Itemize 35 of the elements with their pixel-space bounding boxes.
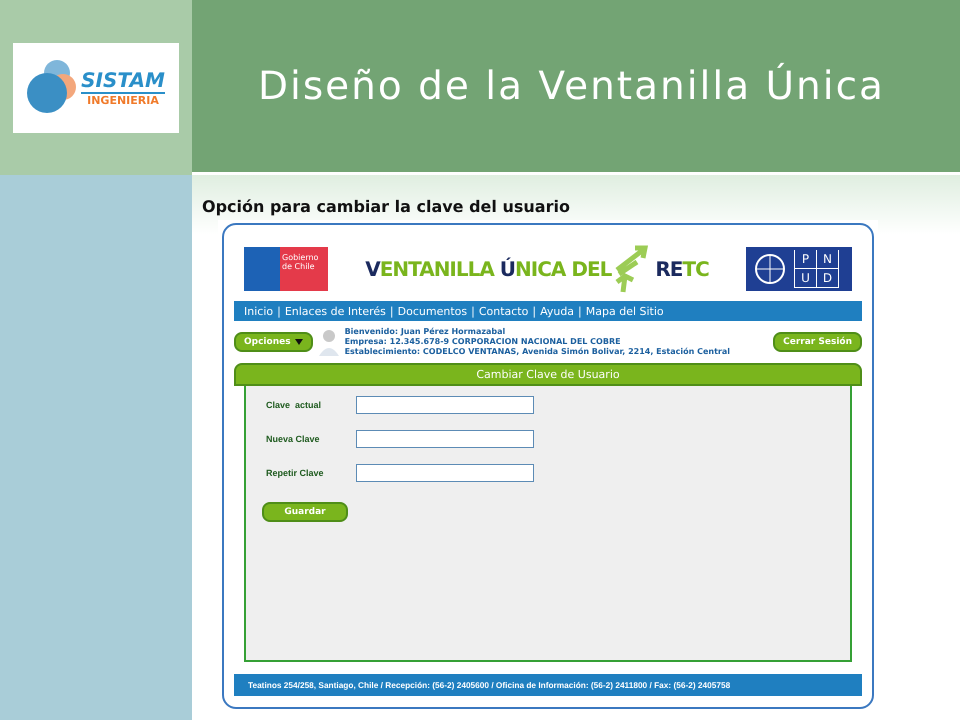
nav-link[interactable]: Documentos: [398, 304, 468, 318]
nav-link[interactable]: Ayuda: [540, 304, 574, 318]
nav-separator: |: [578, 304, 582, 318]
undp-logo: P N U D: [746, 247, 852, 291]
logout-button[interactable]: Cerrar Sesión: [773, 332, 862, 352]
caret-icon: [294, 339, 303, 345]
field-label: Nueva Clave: [266, 434, 321, 444]
user-avatar-icon: [318, 328, 339, 356]
user-info-line: Empresa: 12.345.678-9 CORPORACION NACIONAL DEL COBRE: [344, 337, 622, 347]
nav-separator: |: [471, 304, 475, 318]
save-button[interactable]: Guardar: [262, 502, 348, 522]
nav-separator: |: [390, 304, 394, 318]
slide-caption: Opción para cambiar la clave del usuario: [202, 197, 571, 216]
nav-link[interactable]: Contacto: [478, 304, 528, 318]
nav-separator: |: [277, 304, 281, 318]
nav-separator: |: [532, 304, 536, 318]
user-info-line: Establecimiento: CODELCO VENTANAS, Avenida Simón Bolivar, 2214, Estación Central: [344, 347, 730, 357]
nav-link[interactable]: Enlaces de Interés: [284, 304, 386, 318]
user-info-line: Bienvenido: Juan Pérez Hormazabal: [344, 327, 506, 337]
site-title: VENTANILLA ÚNICA DEL: [365, 257, 612, 281]
footer-bar: Teatinos 254/258, Santiago, Chile / Recepción: (56-2) 2405600 / Oficina de Información: (56-2) 2411800 / Fax: (56-2) 2405758: [234, 674, 862, 696]
nav-link[interactable]: Mapa del Sitio: [586, 304, 664, 318]
password-field[interactable]: [356, 464, 534, 482]
password-field[interactable]: [356, 430, 534, 448]
government-logo: Gobierno de Chile: [244, 247, 328, 291]
password-field[interactable]: [356, 396, 534, 414]
logo-subtitle: INGENIERIA: [87, 94, 159, 107]
form-title-bar: Cambiar Clave de Usuario: [234, 363, 862, 386]
slide-title: Diseño de la Ventanilla Única: [258, 64, 885, 108]
options-button[interactable]: Opciones: [234, 332, 313, 352]
logo-name: SISTAM: [81, 68, 165, 94]
nav-link[interactable]: Inicio: [244, 304, 274, 318]
field-label: Clave actual: [266, 400, 322, 410]
site-title: RETC: [655, 257, 709, 281]
field-label: Repetir Clave: [266, 468, 325, 478]
